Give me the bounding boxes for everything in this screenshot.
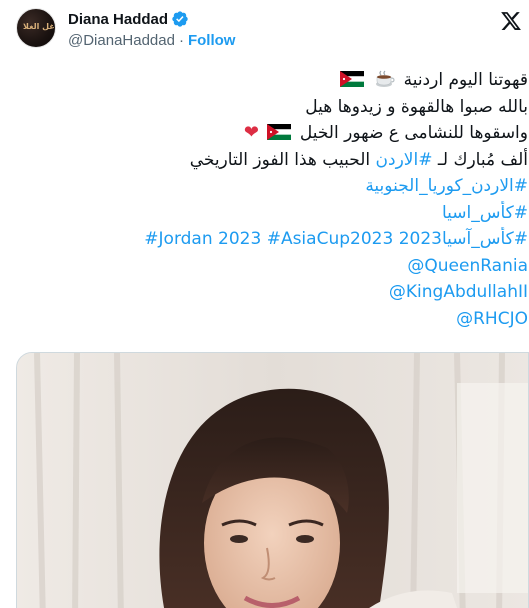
mention-rhcjo-link[interactable]: @RHCJO [456,309,528,329]
tweet-line-4-suffix: الحبيب هذا الفوز التاريخي [189,149,371,170]
tweet-line-2-text: بالله صبوا هالقهوة و زيدوها هيل [305,96,528,117]
hashtag-jordan-korea-link[interactable]: #الاردن_كوريا_الجنوبية [365,176,528,196]
hashtag-asia-cup-link[interactable]: #كأس_اسيا [442,203,528,223]
tweet-line-9: @KingAbdullahII [10,280,528,307]
tweet-line-1: قهوتنا اليوم اردنية [10,68,528,95]
hashtag-asia-cup-2023-arabic-link[interactable]: #كأس_آسيا2023 [399,229,528,249]
separator-dot: · [178,31,184,49]
tweet-line-3-text: واسقوها للنشامى ع ضهور الخيل [299,123,528,143]
follow-button[interactable]: Follow [188,32,236,49]
handle-row: @DianaHaddad · Follow [68,30,235,50]
tweet-line-8: @QueenRania [10,254,528,281]
user-handle[interactable]: @DianaHaddad [68,32,175,49]
jordan-flag-icon [267,124,292,140]
name-row: Diana Haddad [68,9,235,29]
tweet-photo[interactable] [16,352,529,608]
mention-kingabdullah-link[interactable]: @KingAbdullahII [389,282,528,302]
hashtag-asiacup2023-link[interactable]: #AsiaCup2023 [267,229,394,249]
tweet-text: قهوتنا اليوم اردنية بالله صبوا هالقهوة و… [10,68,528,333]
tweet-line-7: #كأس_آسيا2023 #Jordan 2023 #AsiaCup2023 [10,227,528,254]
hashtag-jordan-link[interactable]: #الاردن [376,150,433,170]
verified-badge-icon [172,11,188,27]
photo-illustration [17,353,528,608]
tweet-line-5: #الاردن_كوريا_الجنوبية [10,174,528,201]
tweet-line-1-text: قهوتنا اليوم اردنية [403,70,528,90]
tweet-card: غل الغلا Diana Haddad @DianaHaddad · Fol… [0,0,529,608]
tweet-header: غل الغلا Diana Haddad @DianaHaddad · Fol… [16,8,235,50]
tweet-line-3: واسقوها للنشامى ع ضهور الخيل ❤ [10,121,528,148]
red-heart-icon: ❤ [243,122,260,143]
jordan-flag-icon [339,71,364,87]
hashtag-jordan-2023-link[interactable]: #Jordan 2023 [144,229,261,249]
tweet-line-4: ألف مُبارك لـ #الاردن الحبيب هذا الفوز ا… [10,148,528,175]
user-names: Diana Haddad @DianaHaddad · Follow [68,9,235,50]
display-name[interactable]: Diana Haddad [68,11,168,28]
tweet-line-6: #كأس_اسيا [10,201,528,228]
tweet-line-4-prefix: ألف مُبارك لـ [437,149,528,170]
tweet-line-2: بالله صبوا هالقهوة و زيدوها هيل [10,95,528,122]
hot-beverage-icon [376,70,395,87]
avatar[interactable]: غل الغلا [16,8,56,48]
x-logo-icon[interactable] [500,10,522,32]
tweet-line-10: @RHCJO [10,307,528,334]
avatar-text: غل الغلا [23,22,55,31]
mention-queenrania-link[interactable]: @QueenRania [407,256,528,276]
